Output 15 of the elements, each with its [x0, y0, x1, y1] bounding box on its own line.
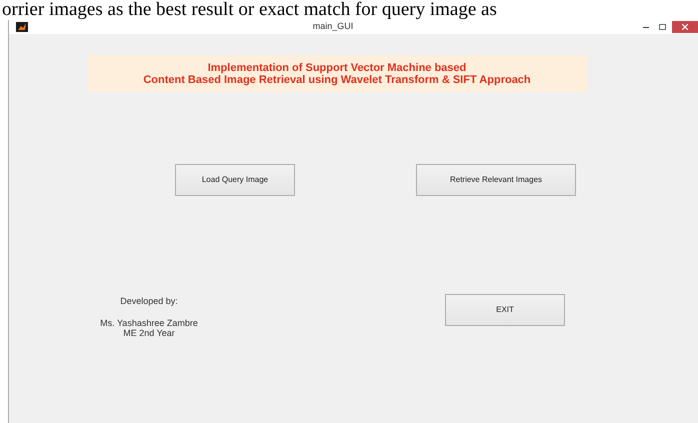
close-button[interactable]: [672, 21, 698, 33]
maximize-icon: [658, 24, 666, 30]
app-logo-icon: [16, 22, 28, 32]
load-query-image-button[interactable]: Load Query Image: [175, 164, 295, 196]
exit-button[interactable]: EXIT: [445, 294, 565, 326]
developer-detail: ME 2nd Year: [123, 328, 175, 338]
document-text: orrier images as the best result or exact match for query image as: [1, 0, 498, 20]
minimize-icon: [643, 26, 649, 28]
banner-text: Content Based Image Retrieval using Wavelet Transform & SIFT Approach: [143, 74, 531, 86]
developer-name: Ms. Yashashree Zambre: [100, 318, 198, 328]
retrieve-relevant-images-button[interactable]: Retrieve Relevant Images: [416, 164, 576, 196]
banner-text: Implementation of Support Vector Machine based: [208, 62, 466, 74]
close-icon: [682, 24, 688, 30]
credits-heading: Developed by:: [120, 296, 178, 306]
window-title: main_GUI: [312, 20, 354, 34]
